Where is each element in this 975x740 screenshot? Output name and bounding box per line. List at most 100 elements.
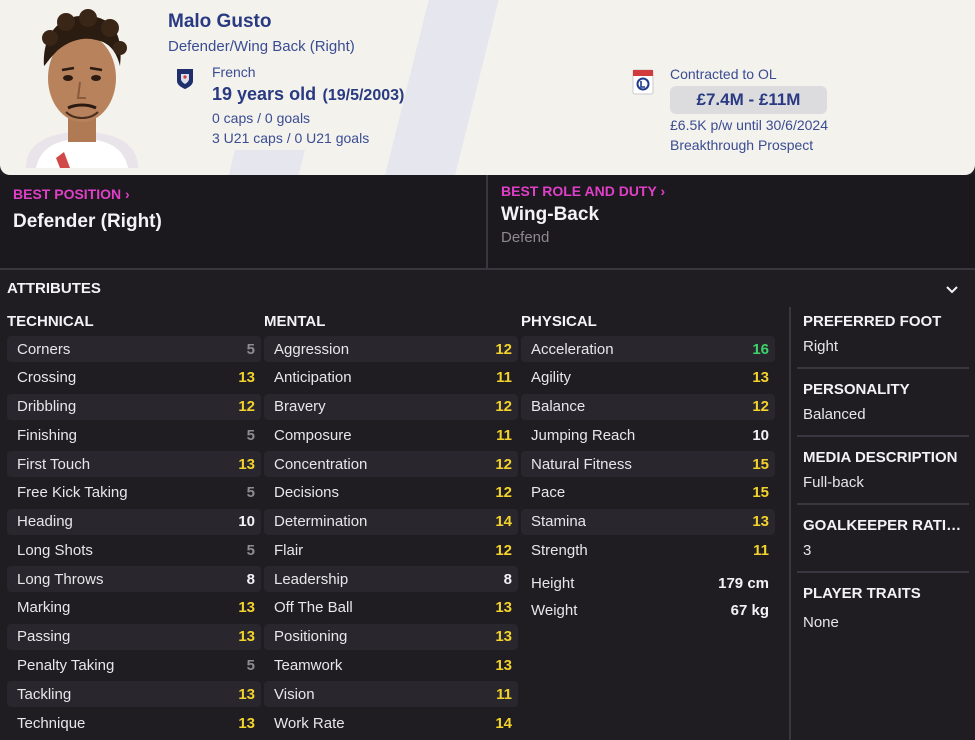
attribute-row[interactable]: Stamina 13: [521, 508, 775, 535]
player-u21-caps: 3 U21 caps / 0 U21 goals: [212, 130, 370, 146]
attribute-label: Stamina: [531, 513, 587, 531]
attribute-label: Work Rate: [274, 714, 345, 732]
attribute-row[interactable]: Long Throws 8: [7, 566, 261, 593]
attribute-row[interactable]: Technique 13: [7, 710, 261, 736]
player-age: 19 years old: [212, 84, 317, 104]
attribute-label: Bravery: [274, 398, 326, 416]
attribute-row[interactable]: Teamwork 13: [264, 652, 518, 678]
attribute-row[interactable]: Balance 12: [521, 393, 775, 420]
attribute-row[interactable]: Marking 13: [7, 595, 261, 621]
goalkeeper-rating-title: GOALKEEPER RATING: [803, 517, 967, 534]
chevron-right-icon: ›: [125, 186, 130, 202]
attribute-label: Concentration: [274, 455, 368, 473]
attribute-row[interactable]: Strength 11: [521, 537, 775, 563]
best-position-value: Defender (Right): [13, 211, 162, 232]
attribute-row[interactable]: Penalty Taking 5: [7, 652, 261, 678]
attribute-value: 11: [496, 369, 512, 387]
preferred-foot-value: Right: [803, 338, 839, 355]
attribute-label: Aggression: [274, 340, 350, 358]
attribute-label: Positioning: [274, 628, 348, 646]
attribute-value: 12: [495, 340, 512, 358]
attribute-row[interactable]: Work Rate 14: [264, 710, 518, 736]
attribute-value: 5: [246, 426, 255, 444]
attribute-value: 10: [752, 426, 769, 444]
attribute-row[interactable]: Passing 13: [7, 623, 261, 650]
france-federation-icon[interactable]: [175, 68, 195, 90]
attribute-row[interactable]: Composure 11: [264, 422, 518, 448]
chevron-right-icon: ›: [660, 183, 666, 199]
weight-value: 67 kg: [730, 601, 769, 619]
contract-wage: £6.5K p/w until 30/6/2024: [670, 117, 829, 133]
contract-club[interactable]: Contracted to OL: [670, 66, 777, 82]
goalkeeper-rating-value: 3: [803, 542, 812, 559]
attribute-row[interactable]: Tackling 13: [7, 681, 261, 708]
best-role-panel[interactable]: BEST ROLE AND DUTY › Wing-Back Defend: [488, 175, 975, 268]
attribute-row[interactable]: Anticipation 11: [264, 365, 518, 391]
player-header: Malo Gusto Defender/Wing Back (Right) Fr…: [0, 0, 975, 175]
attribute-label: Natural Fitness: [531, 455, 632, 473]
attribute-row[interactable]: Acceleration 16: [521, 336, 775, 362]
player-name: Malo Gusto: [168, 11, 272, 32]
attribute-label: Decisions: [274, 484, 340, 502]
attributes-heading: ATTRIBUTES: [7, 280, 101, 297]
attribute-row[interactable]: Aggression 12: [264, 336, 518, 362]
attribute-value: 5: [246, 656, 255, 674]
side-separator: [797, 435, 969, 437]
attribute-value: 16: [752, 340, 769, 358]
attribute-label: Heading: [17, 513, 73, 531]
attribute-value: 5: [246, 340, 255, 358]
attribute-row[interactable]: Concentration 12: [264, 451, 518, 478]
attribute-value: 13: [495, 628, 512, 646]
attribute-label: Flair: [274, 541, 304, 559]
personality-title: PERSONALITY: [803, 381, 910, 398]
attribute-label: Strength: [531, 541, 588, 559]
side-panel-divider: [789, 307, 791, 740]
attribute-row[interactable]: Positioning 13: [264, 623, 518, 650]
attribute-row[interactable]: Leadership 8: [264, 566, 518, 593]
attribute-label: Dribbling: [17, 398, 77, 416]
attribute-value: 11: [496, 426, 512, 444]
attribute-label: Acceleration: [531, 340, 614, 358]
attribute-row[interactable]: First Touch 13: [7, 451, 261, 478]
attribute-row[interactable]: Finishing 5: [7, 422, 261, 448]
attribute-row[interactable]: Natural Fitness 15: [521, 451, 775, 478]
attribute-row[interactable]: Agility 13: [521, 365, 775, 391]
attribute-row[interactable]: Pace 15: [521, 480, 775, 506]
player-traits-value: None: [803, 614, 839, 631]
attribute-value: 8: [503, 570, 512, 588]
attribute-label: Leadership: [274, 570, 349, 588]
attribute-value: 13: [238, 714, 255, 732]
attribute-row[interactable]: Determination 14: [264, 508, 518, 535]
player-status: Breakthrough Prospect: [670, 137, 814, 153]
attribute-label: Crossing: [17, 369, 77, 387]
attribute-row[interactable]: Crossing 13: [7, 365, 261, 391]
attribute-row[interactable]: Bravery 12: [264, 393, 518, 420]
player-age-line: 19 years old (19/5/2003): [212, 84, 404, 105]
attribute-value: 15: [752, 455, 769, 473]
player-nationality[interactable]: French: [212, 64, 256, 80]
transfer-value-badge[interactable]: £7.4M - £11M: [670, 86, 827, 114]
attribute-value: 11: [753, 541, 769, 559]
attribute-row[interactable]: Jumping Reach 10: [521, 422, 775, 448]
attribute-label: Pace: [531, 484, 566, 502]
preferred-foot-title: PREFERRED FOOT: [803, 313, 942, 330]
attribute-row[interactable]: Corners 5: [7, 336, 261, 362]
attribute-row[interactable]: Long Shots 5: [7, 537, 261, 563]
attribute-row[interactable]: Off The Ball 13: [264, 595, 518, 621]
best-position-panel[interactable]: BEST POSITION › Defender (Right): [0, 175, 486, 268]
attribute-value: 13: [495, 599, 512, 617]
attribute-row[interactable]: Decisions 12: [264, 480, 518, 506]
best-role-link[interactable]: BEST ROLE AND DUTY ›: [501, 183, 665, 199]
best-position-title: BEST POSITION: [13, 186, 122, 202]
chevron-down-icon[interactable]: [944, 282, 960, 296]
ol-club-crest-icon[interactable]: [632, 69, 654, 95]
personality-value: Balanced: [803, 406, 866, 423]
attribute-row[interactable]: Vision 11: [264, 681, 518, 708]
attribute-row[interactable]: Heading 10: [7, 508, 261, 535]
attribute-label: First Touch: [17, 455, 91, 473]
section-divider: [0, 268, 975, 270]
best-position-link[interactable]: BEST POSITION ›: [13, 186, 130, 202]
attribute-row[interactable]: Flair 12: [264, 537, 518, 563]
attribute-row[interactable]: Free Kick Taking 5: [7, 480, 261, 506]
attribute-row[interactable]: Dribbling 12: [7, 393, 261, 420]
